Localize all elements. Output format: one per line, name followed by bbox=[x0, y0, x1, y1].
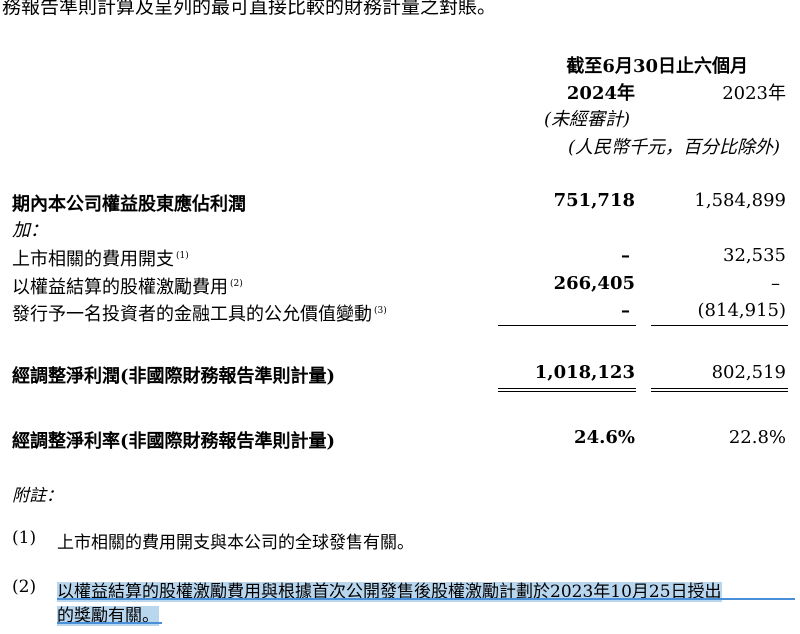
row-listing-2024: – bbox=[621, 245, 630, 266]
row-listing-2023: 32,535 bbox=[723, 245, 786, 266]
total-rule-2023-a bbox=[651, 388, 788, 389]
period-header: 截至6月30日止六個月 bbox=[566, 56, 748, 77]
selection-underline-1 bbox=[57, 598, 795, 600]
total-rule-2024-b bbox=[498, 391, 636, 392]
row-fair-value-2024: – bbox=[621, 300, 630, 321]
footnote-ref-3: (3) bbox=[374, 306, 387, 316]
row-adj-margin-2024: 24.6% bbox=[574, 427, 635, 448]
row-share-comp-2024: 266,405 bbox=[553, 273, 635, 294]
row-adj-margin-2023: 22.8% bbox=[728, 427, 786, 448]
notes-title: 附註： bbox=[12, 486, 63, 506]
year-2023-header: 2023年 bbox=[722, 83, 786, 104]
row-adj-profit-2024: 1,018,123 bbox=[534, 362, 635, 383]
note-1-text: 上市相關的費用開支與本公司的全球發售有關。 bbox=[57, 533, 414, 553]
footnote-ref-1: (1) bbox=[176, 251, 189, 261]
subtotal-rule-2024 bbox=[498, 325, 636, 326]
note-2-number: (2) bbox=[12, 577, 37, 597]
row-profit-2023: 1,584,899 bbox=[694, 190, 786, 211]
row-add-label: 加： bbox=[12, 220, 48, 241]
row-profit-2024: 751,718 bbox=[553, 190, 635, 211]
total-rule-2024-a bbox=[498, 388, 636, 389]
row-share-comp-label: 以權益結算的股權激勵費用 (2) bbox=[12, 277, 243, 298]
unit-note: (人民幣千元，百分比除外) bbox=[567, 137, 780, 158]
year-2024-header: 2024年 bbox=[566, 83, 635, 104]
row-share-comp-2023: – bbox=[771, 273, 780, 294]
footnote-ref-2: (2) bbox=[230, 279, 243, 289]
selection-underline-2 bbox=[57, 622, 162, 624]
row-adj-profit-label: 經調整淨利潤(非國際財務報告準則計量) bbox=[12, 366, 336, 387]
row-adj-margin-label: 經調整淨利率(非國際財務報告準則計量) bbox=[12, 431, 336, 452]
note-1-number: (1) bbox=[12, 528, 37, 548]
row-fair-value-label: 發行予一名投資者的金融工具的公允價值變動 (3) bbox=[12, 304, 387, 325]
subtotal-rule-2023 bbox=[651, 325, 788, 326]
row-profit-label: 期內本公司權益股東應佔利潤 bbox=[12, 194, 246, 215]
total-rule-2023-b bbox=[651, 391, 788, 392]
intro-text: 務報告準則計算及呈列的最可直接比較的財務計量之對賬。 bbox=[2, 0, 497, 18]
unaudited-note: (未經審計) bbox=[543, 109, 630, 130]
row-adj-profit-2023: 802,519 bbox=[711, 362, 786, 383]
row-fair-value-2023: (814,915) bbox=[697, 300, 786, 321]
row-listing-label: 上市相關的費用開支 (1) bbox=[12, 249, 189, 270]
